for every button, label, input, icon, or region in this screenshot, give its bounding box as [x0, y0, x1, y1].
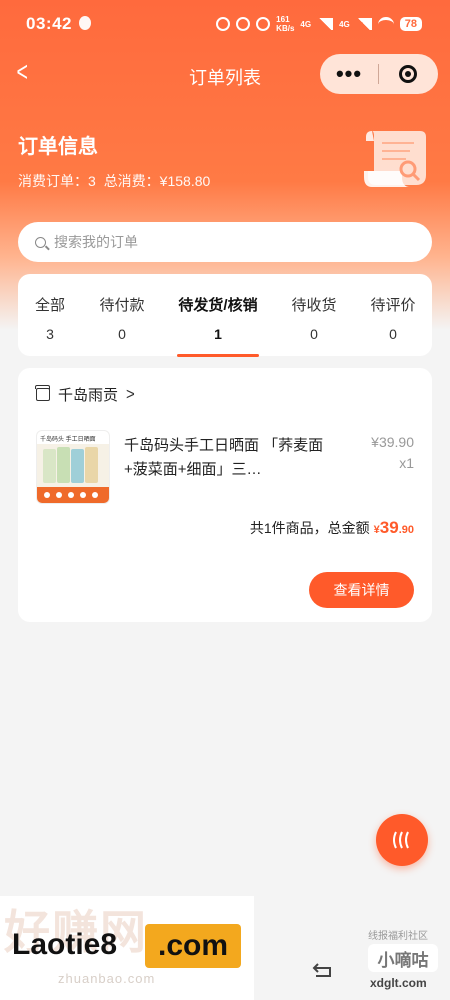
tab-label: 待评价 [370, 297, 416, 314]
chevron-right-icon: > [126, 385, 135, 404]
watermark-forum-domain: xdglt.com [370, 976, 427, 990]
system-back-icon[interactable] [312, 962, 334, 978]
search-input[interactable]: 搜索我的订单 [18, 222, 432, 262]
watermark-laotie8: 好赚网 Laotie8 .com zhuanbao.com [0, 896, 254, 1000]
product-name[interactable]: 千岛码头手工日晒面 「荞麦面+菠菜面+细面」三… [124, 434, 324, 482]
tab-count: 1 [214, 326, 222, 342]
store-icon [35, 385, 50, 401]
total-amount: ¥39.90 [373, 518, 414, 537]
tab-all[interactable]: 全部 3 [18, 274, 82, 356]
summary-title: 订单信息 [18, 136, 98, 158]
summary-stats: 消费订单：3 总消费：¥158.80 [18, 171, 214, 191]
wave-icon [393, 831, 409, 849]
shop-header[interactable]: 千岛雨贡 > [35, 384, 135, 405]
thumb-brand-text: 千岛码头 手工日晒面 [40, 435, 96, 443]
tab-pending-shipment[interactable]: 待发货/核销 1 [177, 274, 259, 357]
search-placeholder: 搜索我的订单 [54, 234, 138, 250]
more-dots-icon[interactable]: ••• [320, 63, 378, 85]
watermark-forum-tag: 线报福利社区 [368, 931, 428, 942]
network-speed: 161 KB/s [276, 15, 295, 33]
product-price: ¥39.90 [371, 434, 414, 450]
close-miniprogram-button[interactable] [379, 65, 437, 83]
battery-indicator: 78 [399, 17, 422, 31]
alarm-icon [216, 17, 231, 31]
signal-icon-2 [355, 18, 372, 30]
product-image: 千岛码头 手工日晒面 [37, 431, 109, 503]
target-icon [399, 65, 417, 83]
tab-label: 待收货 [291, 297, 337, 314]
wifi-icon [377, 16, 394, 32]
tab-count: 3 [46, 326, 54, 342]
signal-4g-label-2: 4G [339, 19, 350, 29]
nav-bar: < 订单列表 ••• [0, 46, 450, 102]
tab-count: 0 [389, 326, 397, 342]
tab-count: 0 [118, 326, 126, 342]
order-status-tabs: 全部 3 待付款 0 待发货/核销 1 待收货 0 待评价 0 [18, 274, 432, 357]
status-bar: 03:42 161 KB/s 4G 4G 78 [0, 0, 450, 46]
order-count: 消费订单：3 [18, 173, 96, 189]
clock: 03:42 [26, 14, 72, 33]
total-prefix: 共1件商品，总金额 [249, 520, 370, 536]
tab-label: 待付款 [99, 297, 145, 314]
tab-pending-receipt[interactable]: 待收货 0 [282, 274, 346, 356]
floating-action-button[interactable] [376, 814, 428, 866]
view-details-button[interactable]: 查看详情 [309, 572, 414, 608]
product-thumbnail[interactable]: 千岛码头 手工日晒面 [36, 430, 110, 504]
scroll-receipt-icon [364, 131, 426, 187]
shop-name: 千岛雨贡 [58, 387, 119, 404]
order-card: 千岛雨贡 > 千岛码头 手工日晒面 千岛码头手工日晒面 「荞麦面+菠菜面+细面」… [18, 368, 432, 622]
miniprogram-capsule: ••• [320, 54, 438, 94]
watermark-forum-name: 小嘀咕 [368, 944, 438, 972]
tab-label: 待发货/核销 [178, 297, 258, 314]
tab-pending-payment[interactable]: 待付款 0 [90, 274, 154, 356]
signal-4g-label-1: 4G [300, 19, 312, 29]
product-quantity: x1 [399, 455, 414, 471]
bluetooth-icon [256, 17, 271, 31]
signal-icon-1 [317, 18, 334, 30]
tab-label: 全部 [34, 297, 65, 314]
mute-icon [236, 17, 251, 31]
order-total: 共1件商品，总金额 ¥39.90 [250, 518, 414, 538]
app-notification-icon [79, 16, 91, 30]
tab-pending-review[interactable]: 待评价 0 [361, 274, 425, 356]
total-spend: 总消费：¥158.80 [103, 173, 211, 189]
tab-count: 0 [310, 326, 318, 342]
search-icon [35, 236, 46, 248]
active-tab-indicator [177, 354, 259, 357]
